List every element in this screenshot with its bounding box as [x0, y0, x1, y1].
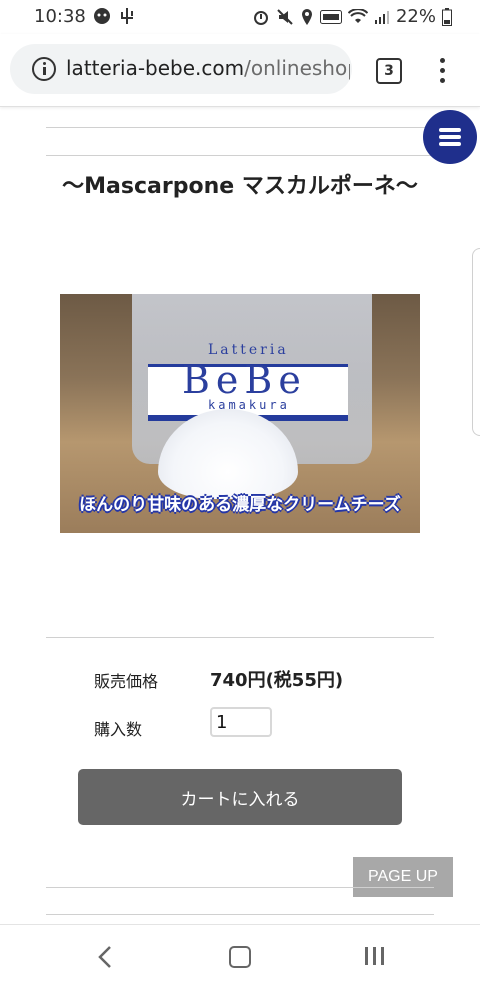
- mute-icon: [277, 8, 293, 25]
- divider: [46, 914, 434, 915]
- url-domain: latteria-bebe.com: [66, 56, 245, 80]
- wifi-icon: [347, 8, 368, 23]
- location-icon: [301, 8, 312, 25]
- divider: [46, 155, 434, 156]
- status-bar: 10:38 22%: [0, 0, 480, 34]
- url-path: /onlineshop: [244, 56, 350, 80]
- more-menu-icon[interactable]: [440, 58, 446, 84]
- image-caption: ほんのり甘味のある濃厚なクリームチーズ: [79, 495, 401, 515]
- recents-icon[interactable]: [364, 947, 386, 965]
- product-image: Latteria BeBe kamakura ほんのり甘味のある濃厚なクリームチ…: [60, 294, 420, 533]
- browser-toolbar: latteria-bebe.com/onlineshop 3: [0, 34, 480, 107]
- quantity-label: 購入数: [94, 720, 143, 739]
- battery-icon: [442, 7, 452, 26]
- price-label: 販売価格: [94, 672, 159, 691]
- info-icon[interactable]: [32, 57, 56, 81]
- notification-icon: [94, 8, 110, 24]
- status-time: 10:38: [34, 6, 86, 27]
- price-value: 740円(税55円): [210, 670, 344, 691]
- back-icon[interactable]: [96, 945, 116, 969]
- usb-icon: [121, 8, 133, 24]
- divider: [46, 127, 434, 128]
- alarm-icon: [253, 10, 268, 25]
- volte-icon: [319, 9, 342, 24]
- home-icon[interactable]: [229, 946, 251, 968]
- phone-screen: 10:38 22% latteria-bebe.com/onlineshop 3: [0, 0, 480, 987]
- product-title: 〜Mascarpone マスカルポーネ〜: [62, 174, 418, 199]
- divider: [46, 887, 434, 888]
- signal-icon: [374, 10, 389, 24]
- divider: [46, 637, 434, 638]
- side-scroll-tab[interactable]: [472, 248, 480, 436]
- battery-percent: 22%: [395, 6, 436, 27]
- address-bar[interactable]: latteria-bebe.com/onlineshop: [10, 44, 352, 94]
- android-nav-bar: [0, 924, 480, 987]
- quantity-input[interactable]: [210, 707, 272, 737]
- url-text[interactable]: latteria-bebe.com/onlineshop: [66, 56, 350, 80]
- add-to-cart-button[interactable]: カートに入れる: [78, 769, 402, 825]
- brand-text: BeBe: [182, 358, 307, 402]
- page-up-button[interactable]: PAGE UP: [353, 857, 453, 897]
- status-right-icons: 22%: [252, 6, 452, 27]
- status-left-icons: [92, 6, 136, 26]
- hamburger-menu-button[interactable]: [423, 110, 477, 164]
- brand-top-text: Latteria: [208, 342, 289, 358]
- tab-switcher-button[interactable]: 3: [376, 58, 402, 84]
